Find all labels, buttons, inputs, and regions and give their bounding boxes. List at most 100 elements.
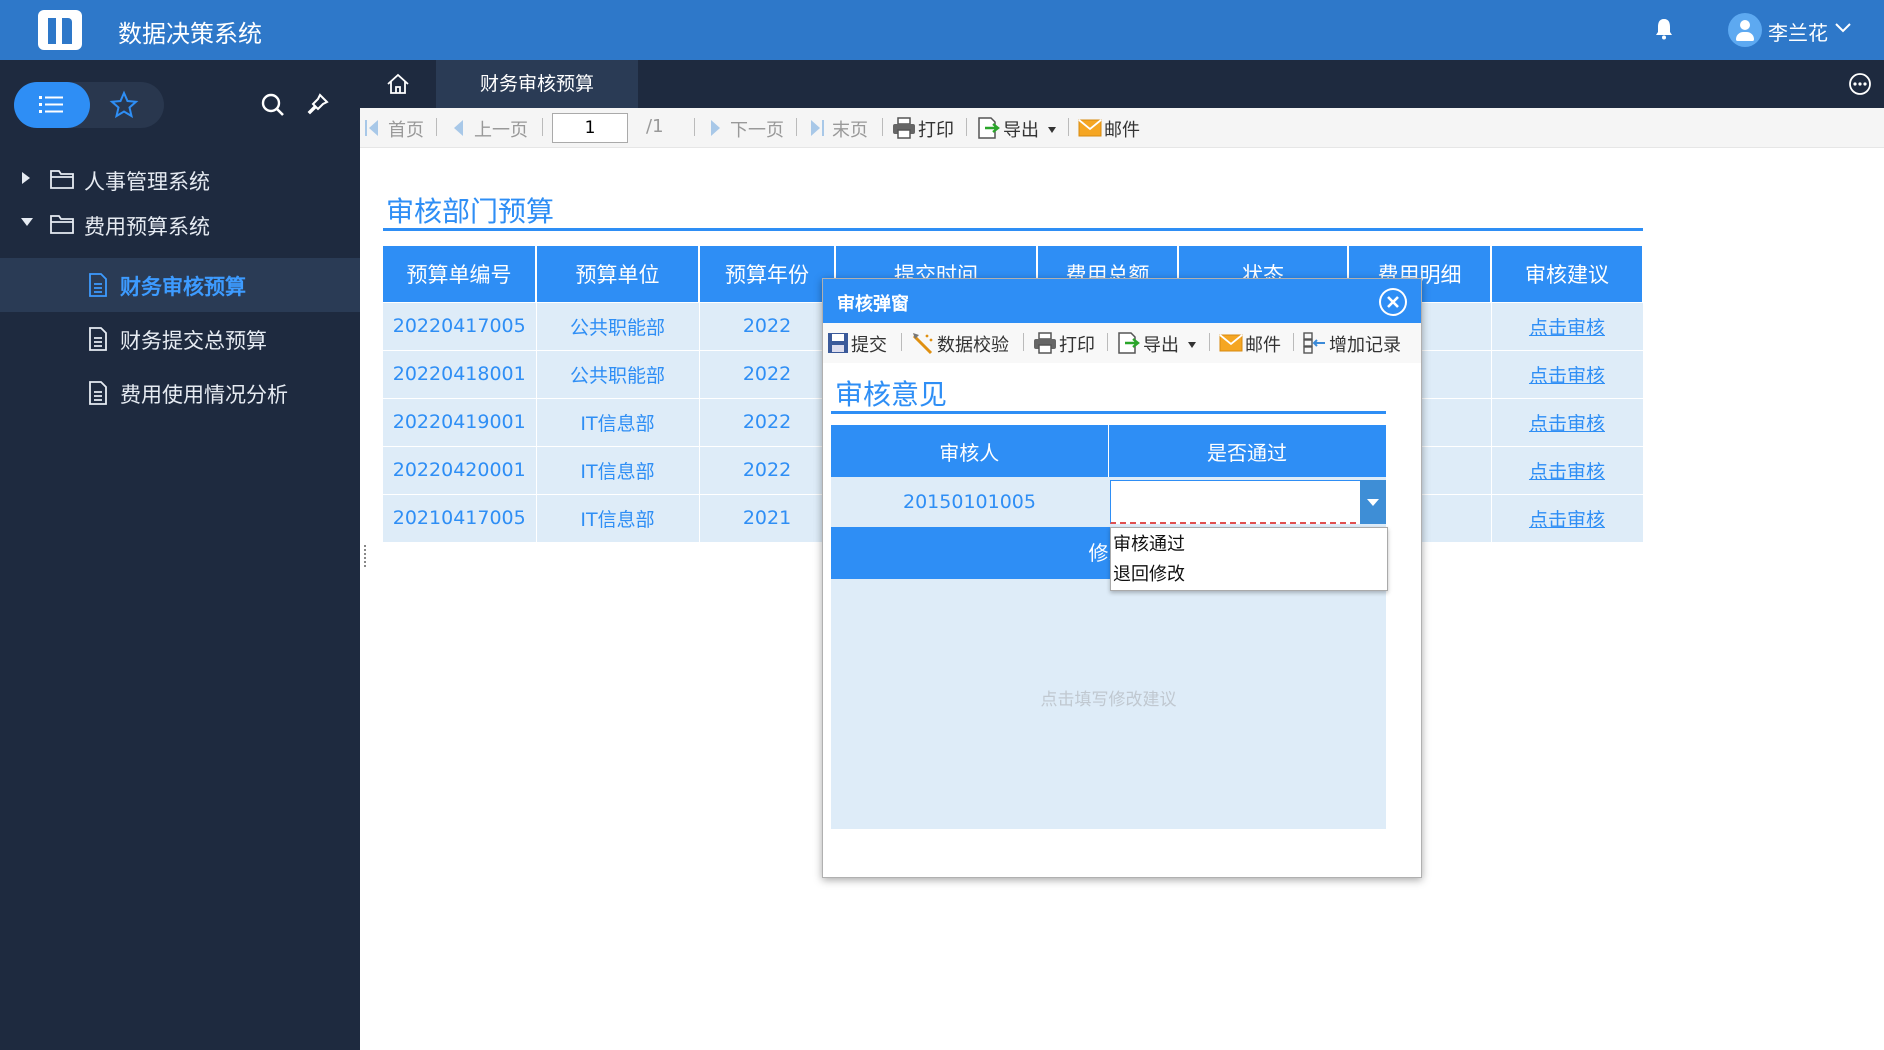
tab-bar: 财务审核预算	[360, 60, 1884, 108]
section-title: 审核意见	[835, 378, 948, 411]
audit-link[interactable]: 点击审核	[1491, 301, 1644, 350]
home-icon	[387, 73, 409, 94]
last-page-icon	[811, 120, 824, 136]
export-button[interactable]: 导出	[1003, 116, 1039, 142]
review-table: 审核人 是否通过 20150101005	[831, 425, 1387, 527]
audit-link[interactable]: 点击审核	[1491, 397, 1644, 446]
column-header: 预算单位	[536, 246, 700, 302]
suggestion-placeholder: 点击填写修改建议	[1040, 690, 1177, 710]
folder-icon	[50, 170, 74, 189]
budget-id-cell: 20220420001	[383, 445, 537, 494]
report-title: 审核部门预算	[386, 195, 555, 228]
audit-link[interactable]: 点击审核	[1491, 493, 1644, 542]
column-header: 是否通过	[1108, 425, 1387, 477]
toolbar-divider	[1023, 333, 1024, 351]
sidebar-item-submit-budget[interactable]: 财务提交总预算	[0, 312, 360, 366]
table-header-row: 审核人 是否通过	[831, 425, 1387, 477]
sidebar-group-label: 费用预算系统	[84, 215, 210, 239]
document-icon	[89, 327, 107, 351]
toolbar-divider	[796, 118, 797, 136]
dialog-title: 审核弹窗	[837, 294, 909, 315]
search-icon[interactable]	[260, 92, 286, 118]
menu-list-button[interactable]	[14, 82, 90, 128]
option-return[interactable]: 退回修改	[1113, 561, 1185, 589]
sidebar-group-budget[interactable]: 费用预算系统	[0, 198, 360, 252]
modify-suggestion-input[interactable]: 点击填写修改建议	[831, 579, 1386, 829]
budget-year-cell: 2022	[699, 445, 836, 494]
budget-unit-cell: 公共职能部	[536, 349, 700, 398]
toolbar-divider	[1068, 118, 1069, 136]
prev-page-icon	[454, 120, 463, 136]
document-icon	[89, 273, 107, 297]
caret-down-icon	[21, 218, 33, 226]
tab-home[interactable]	[360, 60, 436, 108]
budget-id-cell: 20210417005	[383, 493, 537, 542]
audit-link[interactable]: 点击审核	[1491, 349, 1644, 398]
folder-icon	[50, 215, 74, 234]
validate-icon	[912, 333, 933, 355]
close-button[interactable]	[1379, 288, 1407, 316]
sidebar-item-expense-analysis[interactable]: 费用使用情况分析	[0, 366, 360, 420]
column-header: 审核建议	[1491, 246, 1644, 302]
submit-button[interactable]: 提交	[851, 331, 887, 357]
dropdown-arrow-icon	[1048, 127, 1056, 133]
top-bar: 数据决策系统 李兰花	[0, 0, 1884, 60]
export-button[interactable]: 导出	[1143, 331, 1179, 357]
user-avatar[interactable]	[1728, 13, 1762, 47]
toolbar-divider	[1293, 333, 1294, 351]
budget-unit-cell: IT信息部	[536, 445, 700, 494]
column-header: 审核人	[831, 425, 1109, 477]
prev-page-button[interactable]: 上一页	[474, 116, 528, 142]
user-name[interactable]: 李兰花	[1768, 17, 1828, 46]
approval-select[interactable]	[1110, 480, 1386, 524]
column-header: 预算年份	[699, 246, 836, 302]
toolbar-divider	[694, 118, 695, 136]
dropdown-toggle-icon[interactable]	[1360, 480, 1386, 524]
sidebar-item-label: 财务提交总预算	[120, 329, 267, 353]
pin-icon[interactable]	[306, 92, 330, 116]
budget-unit-cell: IT信息部	[536, 397, 700, 446]
favorite-star-icon[interactable]	[104, 90, 144, 120]
tab-audit-budget[interactable]: 财务审核预算	[436, 60, 638, 108]
add-record-button[interactable]: 增加记录	[1329, 331, 1401, 357]
add-record-icon	[1303, 332, 1325, 354]
app-title: 数据决策系统	[118, 20, 262, 48]
print-icon	[1034, 332, 1056, 354]
save-icon	[828, 333, 848, 353]
budget-year-cell: 2022	[699, 397, 836, 446]
option-approve[interactable]: 审核通过	[1113, 531, 1185, 559]
audit-link[interactable]: 点击审核	[1491, 445, 1644, 494]
bell-icon[interactable]	[1654, 18, 1674, 40]
toolbar-divider	[1209, 333, 1210, 351]
approval-cell	[1108, 477, 1386, 527]
print-icon	[893, 117, 915, 139]
panel-splitter-handle[interactable]	[364, 545, 370, 567]
sidebar-item-audit-budget[interactable]: 财务审核预算	[0, 258, 360, 312]
email-button[interactable]: 邮件	[1104, 116, 1140, 142]
first-page-button[interactable]: 首页	[388, 116, 424, 142]
next-page-button[interactable]: 下一页	[730, 116, 784, 142]
export-icon	[978, 117, 1000, 139]
chevron-down-icon[interactable]	[1834, 18, 1852, 36]
budget-year-cell: 2021	[699, 493, 836, 542]
sidebar-view-toggle	[14, 82, 164, 128]
mail-icon	[1078, 119, 1102, 137]
page-number-input[interactable]: 1	[552, 113, 628, 143]
email-button[interactable]: 邮件	[1245, 331, 1281, 357]
print-button[interactable]: 打印	[1059, 331, 1095, 357]
budget-id-cell: 20220417005	[383, 301, 537, 350]
first-page-icon	[365, 120, 378, 136]
budget-id-cell: 20220419001	[383, 397, 537, 446]
sidebar-group-label: 人事管理系统	[84, 170, 210, 194]
caret-right-icon	[22, 172, 30, 184]
toolbar-divider	[542, 118, 543, 136]
last-page-button[interactable]: 末页	[832, 116, 868, 142]
document-icon	[89, 381, 107, 405]
title-underline	[383, 228, 1643, 231]
report-toolbar: 首页 上一页 1 /1 下一页 末页 打印 导出 邮件	[360, 108, 1884, 148]
validate-button[interactable]: 数据校验	[937, 331, 1009, 357]
print-button[interactable]: 打印	[918, 116, 954, 142]
toolbar-divider	[1107, 333, 1108, 351]
more-options-icon[interactable]	[1848, 72, 1872, 96]
budget-year-cell: 2022	[699, 349, 836, 398]
